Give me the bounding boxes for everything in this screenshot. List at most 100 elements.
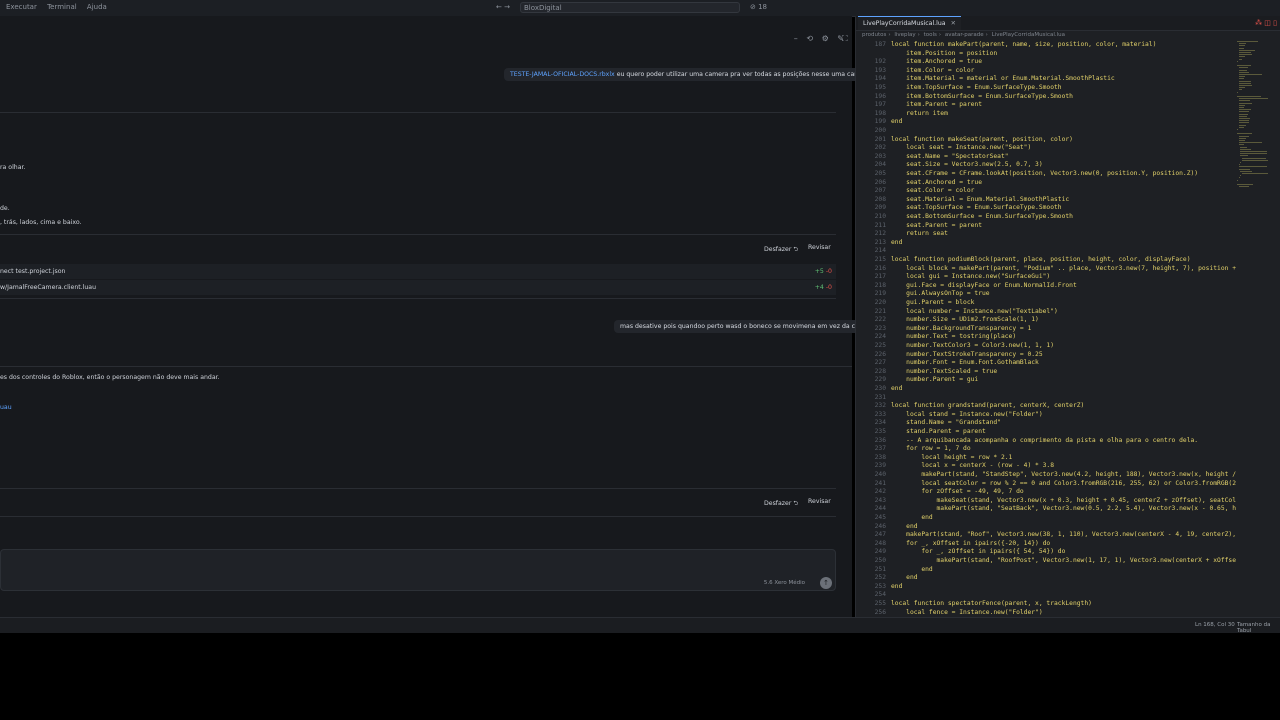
- code-line[interactable]: 196 item.BottomSurface = Enum.SurfaceTyp…: [856, 93, 1236, 102]
- code-line[interactable]: 241 local seatColor = row % 2 == 0 and C…: [856, 480, 1236, 489]
- code-line[interactable]: 255 local function spectatorFence(parent,…: [856, 600, 1236, 609]
- file-chip[interactable]: TESTE-JAMAL-OFICIAL-DOCS.rbxlx: [510, 71, 615, 78]
- code-line[interactable]: 254: [856, 591, 1236, 600]
- code-line[interactable]: 204 seat.Size = Vector3.new(2.5, 0.7, 3): [856, 161, 1236, 170]
- code-line[interactable]: 230 end: [856, 385, 1236, 394]
- code-line[interactable]: 228 number.TextScaled = true: [856, 368, 1236, 377]
- code-line[interactable]: 215 local function podiumBlock(parent, pl…: [856, 256, 1236, 265]
- settings-icon[interactable]: ⚙: [822, 34, 829, 43]
- model-selector[interactable]: 5.6 Xero Médio: [764, 580, 805, 586]
- code-line[interactable]: 252 end: [856, 574, 1236, 583]
- code-line[interactable]: 210 seat.BottomSurface = Enum.SurfaceTyp…: [856, 213, 1236, 222]
- code-line[interactable]: 221 local number = Instance.new("TextLab…: [856, 308, 1236, 317]
- code-line[interactable]: 211 seat.Parent = parent: [856, 222, 1236, 231]
- code-line[interactable]: 195 item.TopSurface = Enum.SurfaceType.S…: [856, 84, 1236, 93]
- command-search[interactable]: BloxDigital: [520, 2, 740, 13]
- code-line[interactable]: 201 local function makeSeat(parent, posit…: [856, 136, 1236, 145]
- file-link[interactable]: uau: [0, 404, 12, 411]
- problems-badge[interactable]: ⊘ 18: [750, 3, 767, 11]
- code-line[interactable]: 250 makePart(stand, "RoofPost", Vector3.…: [856, 557, 1236, 566]
- code-line[interactable]: 202 local seat = Instance.new("Seat"): [856, 144, 1236, 153]
- code-line[interactable]: 231: [856, 394, 1236, 403]
- code-line[interactable]: 237 for row = 1, 7 do: [856, 445, 1236, 454]
- maximize-icon[interactable]: ⛶: [842, 34, 848, 44]
- code-line[interactable]: 217 local gui = Instance.new("SurfaceGui…: [856, 273, 1236, 282]
- review-button[interactable]: Revisar: [808, 244, 831, 251]
- code-line[interactable]: item.Position = position: [856, 50, 1236, 59]
- code-line[interactable]: 229 number.Parent = gui: [856, 376, 1236, 385]
- code-line[interactable]: 256 local fence = Instance.new("Folder"): [856, 609, 1236, 618]
- undo-button[interactable]: Desfazer ⮌: [764, 244, 798, 255]
- code-line[interactable]: 218 gui.Face = displayFace or Enum.Norma…: [856, 282, 1236, 291]
- menu-item-executar[interactable]: Executar: [6, 3, 37, 11]
- code-line[interactable]: 225 number.TextColor3 = Color3.new(1, 1,…: [856, 342, 1236, 351]
- code-line[interactable]: 207 seat.Color = color: [856, 187, 1236, 196]
- code-line[interactable]: 238 local height = row * 2.1: [856, 454, 1236, 463]
- minimap[interactable]: [1237, 41, 1275, 621]
- breadcrumb-item[interactable]: avatar-parade: [945, 32, 984, 38]
- code-line[interactable]: 208 seat.Material = Enum.Material.Smooth…: [856, 196, 1236, 205]
- code-line[interactable]: 248 for _, xOffset in ipairs({-20, 14}) …: [856, 540, 1236, 549]
- menu-item-terminal[interactable]: Terminal: [47, 3, 77, 11]
- code-line[interactable]: 219 gui.AlwaysOnTop = true: [856, 290, 1236, 299]
- code-line[interactable]: 247 makePart(stand, "Roof", Vector3.new(…: [856, 531, 1236, 540]
- code-area[interactable]: 187 local function makePart(parent, name,…: [856, 41, 1236, 629]
- code-line[interactable]: 212 return seat: [856, 230, 1236, 239]
- code-line[interactable]: 243 makeSeat(stand, Vector3.new(x + 0.3,…: [856, 497, 1236, 506]
- menu-item-ajuda[interactable]: Ajuda: [87, 3, 107, 11]
- breadcrumb-item[interactable]: produtos: [862, 32, 886, 38]
- code-line[interactable]: 213 end: [856, 239, 1236, 248]
- nav-arrows[interactable]: ← →: [496, 3, 510, 11]
- code-line[interactable]: 245 end: [856, 514, 1236, 523]
- changed-file-row[interactable]: nect test.project.json +5 -0: [0, 264, 836, 279]
- breadcrumb-item[interactable]: liveplay: [894, 32, 915, 38]
- tab-liveplay-file[interactable]: LivePlayCorridaMusical.lua ✕: [858, 16, 961, 30]
- close-icon[interactable]: ✕: [951, 20, 956, 27]
- minimize-icon[interactable]: –: [794, 34, 798, 43]
- code-line[interactable]: 222 number.Size = UDim2.fromScale(1, 1): [856, 316, 1236, 325]
- code-line[interactable]: 249 for _, zOffset in ipairs({ 54, 54}) …: [856, 548, 1236, 557]
- code-line[interactable]: 198 return item: [856, 110, 1236, 119]
- code-line[interactable]: 246 end: [856, 523, 1236, 532]
- changed-file-row[interactable]: w/JamalFreeCamera.client.luau +4 -0: [0, 280, 836, 295]
- code-line[interactable]: 251 end: [856, 566, 1236, 575]
- code-line[interactable]: 193 item.Color = color: [856, 67, 1236, 76]
- breadcrumb-item[interactable]: tools: [924, 32, 937, 38]
- code-line[interactable]: 239 local x = centerX - (row - 4) * 3.8: [856, 462, 1236, 471]
- code-line[interactable]: 216 local block = makePart(parent, "Podi…: [856, 265, 1236, 274]
- code-line[interactable]: 244 makePart(stand, "SeatBack", Vector3.…: [856, 505, 1236, 514]
- code-line[interactable]: 187 local function makePart(parent, name,…: [856, 41, 1236, 50]
- history-icon[interactable]: ⟲: [806, 34, 813, 43]
- code-line[interactable]: 203 seat.Name = "SpectatorSeat": [856, 153, 1236, 162]
- code-line[interactable]: 232 local function grandstand(parent, cen…: [856, 402, 1236, 411]
- cursor-position[interactable]: Ln 168, Col 30: [1195, 622, 1235, 628]
- code-line[interactable]: 220 gui.Parent = block: [856, 299, 1236, 308]
- code-line[interactable]: 192 item.Anchored = true: [856, 58, 1236, 67]
- code-line[interactable]: 236 -- A arquibancada acompanha o compri…: [856, 437, 1236, 446]
- code-line[interactable]: 205 seat.CFrame = CFrame.lookAt(position…: [856, 170, 1236, 179]
- code-line[interactable]: 194 item.Material = material or Enum.Mat…: [856, 75, 1236, 84]
- code-line[interactable]: 234 stand.Name = "Grandstand": [856, 419, 1236, 428]
- code-line[interactable]: 200: [856, 127, 1236, 136]
- code-line[interactable]: 233 local stand = Instance.new("Folder"): [856, 411, 1236, 420]
- undo-button[interactable]: Desfazer ⮌: [764, 498, 798, 509]
- code-line[interactable]: 226 number.TextStrokeTransparency = 0.25: [856, 351, 1236, 360]
- code-line[interactable]: 242 for zOffset = -49, 49, 7 do: [856, 488, 1236, 497]
- code-line[interactable]: 235 stand.Parent = parent: [856, 428, 1236, 437]
- editor-actions[interactable]: ⁂ ◫ ▯: [1255, 19, 1277, 27]
- code-line[interactable]: 224 number.Text = tostring(place): [856, 333, 1236, 342]
- code-line[interactable]: 223 number.BackgroundTransparency = 1: [856, 325, 1236, 334]
- code-line[interactable]: 199 end: [856, 118, 1236, 127]
- code-line[interactable]: 253 end: [856, 583, 1236, 592]
- code-line[interactable]: 227 number.Font = Enum.Font.GothamBlack: [856, 359, 1236, 368]
- line-number: 207: [874, 187, 886, 195]
- code-line[interactable]: 197 item.Parent = parent: [856, 101, 1236, 110]
- send-icon[interactable]: ↑: [820, 577, 832, 589]
- breadcrumb-item[interactable]: LivePlayCorridaMusical.lua: [992, 32, 1065, 38]
- code-line[interactable]: 209 seat.TopSurface = Enum.SurfaceType.S…: [856, 204, 1236, 213]
- message-composer[interactable]: 5.6 Xero Médio ↑: [0, 549, 836, 591]
- code-line[interactable]: 214: [856, 247, 1236, 256]
- code-line[interactable]: 206 seat.Anchored = true: [856, 179, 1236, 188]
- review-button[interactable]: Revisar: [808, 498, 831, 505]
- code-line[interactable]: 240 makePart(stand, "StandStep", Vector3…: [856, 471, 1236, 480]
